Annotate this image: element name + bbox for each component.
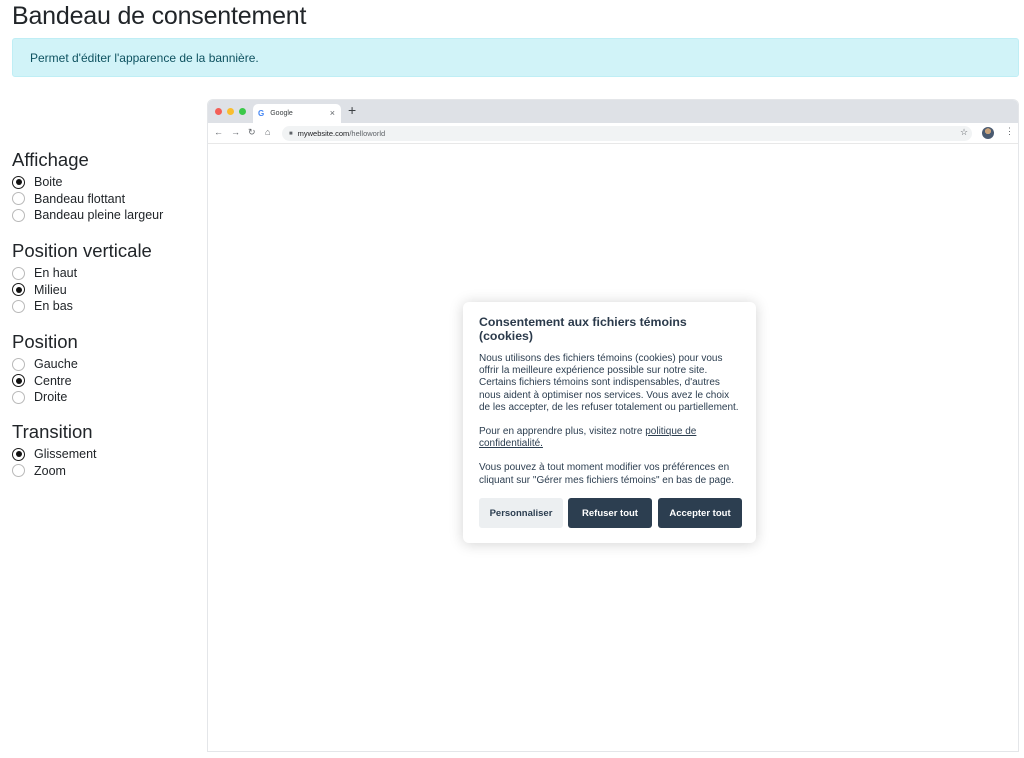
- radio-option[interactable]: Zoom: [12, 463, 97, 480]
- radio-button[interactable]: [12, 357, 25, 371]
- radio-option[interactable]: Bandeau flottant: [12, 191, 163, 208]
- position-heading: Position: [12, 331, 78, 352]
- radio-button[interactable]: [12, 192, 25, 206]
- close-window-dot: [215, 108, 222, 115]
- transition-group: Transition Glissement Zoom: [12, 421, 97, 479]
- radio-button[interactable]: [12, 266, 25, 280]
- url-domain: mywebsite.com: [297, 129, 350, 138]
- radio-label[interactable]: Gauche: [34, 357, 78, 371]
- radio-button[interactable]: [12, 175, 25, 189]
- radio-label[interactable]: Bandeau flottant: [34, 192, 125, 206]
- radio-label[interactable]: Boite: [34, 175, 63, 189]
- modal-buttons: Personnaliser Refuser tout Accepter tout: [479, 498, 748, 528]
- tab-title: Google: [270, 110, 293, 117]
- address-bar: ■ mywebsite.com/helloworld: [282, 126, 972, 141]
- radio-button[interactable]: [12, 283, 25, 297]
- radio-button[interactable]: [12, 447, 25, 461]
- google-icon: G: [258, 109, 265, 118]
- radio-label[interactable]: En haut: [34, 266, 77, 280]
- radio-option[interactable]: Droite: [12, 389, 78, 406]
- position-verticale-heading: Position verticale: [12, 240, 152, 261]
- back-icon: ←: [214, 127, 223, 137]
- affichage-heading: Affichage: [12, 149, 89, 170]
- radio-label[interactable]: Centre: [34, 374, 72, 388]
- radio-button[interactable]: [12, 208, 25, 222]
- radio-option[interactable]: Glissement: [12, 446, 97, 463]
- browser-toolbar: ← → ↻ ⌂ ■ mywebsite.com/helloworld ☆ ⋮: [208, 123, 1018, 144]
- radio-button[interactable]: [12, 464, 25, 478]
- affichage-group: Affichage Boite Bandeau flottant Bandeau…: [12, 149, 163, 224]
- radio-button[interactable]: [12, 390, 25, 404]
- modal-title: Consentement aux fichiers témoins (cooki…: [479, 315, 687, 343]
- position-group: Position Gauche Centre Droite: [12, 331, 78, 406]
- radio-label[interactable]: Bandeau pleine largeur: [34, 208, 163, 222]
- radio-label[interactable]: Milieu: [34, 283, 67, 297]
- position-verticale-group: Position verticale En haut Milieu En bas: [12, 240, 152, 315]
- radio-label[interactable]: En bas: [34, 299, 73, 313]
- radio-option[interactable]: Centre: [12, 373, 78, 390]
- star-icon: ☆: [960, 127, 969, 137]
- info-alert: Permet d'éditer l'apparence de la banniè…: [12, 38, 1019, 77]
- forward-icon: →: [231, 127, 240, 137]
- modal-paragraph: Vous pouvez à tout moment modifier vos p…: [479, 462, 734, 486]
- accept-all-button[interactable]: Accepter tout: [658, 498, 742, 528]
- modal-text: Pour en apprendre plus, visitez notre: [479, 426, 646, 438]
- customize-button[interactable]: Personnaliser: [479, 498, 563, 528]
- modal-paragraph: Pour en apprendre plus, visitez notre po…: [479, 426, 740, 450]
- radio-option[interactable]: Gauche: [12, 356, 78, 373]
- refuse-all-button[interactable]: Refuser tout: [568, 498, 652, 528]
- cookie-consent-modal: Consentement aux fichiers témoins (cooki…: [463, 302, 756, 543]
- page-title: Bandeau de consentement: [12, 2, 307, 30]
- radio-label[interactable]: Droite: [34, 390, 67, 404]
- radio-button[interactable]: [12, 374, 25, 388]
- menu-icon: ⋮: [1005, 126, 1014, 136]
- radio-option[interactable]: En bas: [12, 298, 152, 315]
- modal-paragraph: Nous utilisons des fichiers témoins (coo…: [479, 353, 739, 413]
- minimize-window-dot: [227, 108, 234, 115]
- radio-label[interactable]: Glissement: [34, 447, 97, 461]
- home-icon: ⌂: [265, 127, 271, 137]
- avatar: [982, 127, 994, 139]
- radio-option[interactable]: Bandeau pleine largeur: [12, 207, 163, 224]
- radio-option[interactable]: En haut: [12, 265, 152, 282]
- lock-icon: ■: [289, 130, 293, 137]
- browser-tabbar: G Google × +: [208, 100, 1018, 123]
- radio-label[interactable]: Zoom: [34, 464, 66, 478]
- radio-option[interactable]: Milieu: [12, 282, 152, 299]
- url-path: /helloworld: [349, 129, 386, 138]
- transition-heading: Transition: [12, 421, 93, 442]
- radio-option[interactable]: Boite: [12, 174, 163, 191]
- browser-tab: G Google ×: [253, 104, 341, 123]
- radio-button[interactable]: [12, 299, 25, 313]
- close-icon: ×: [329, 108, 335, 118]
- maximize-window-dot: [239, 108, 246, 115]
- plus-icon: +: [348, 102, 357, 118]
- reload-icon: ↻: [248, 127, 256, 137]
